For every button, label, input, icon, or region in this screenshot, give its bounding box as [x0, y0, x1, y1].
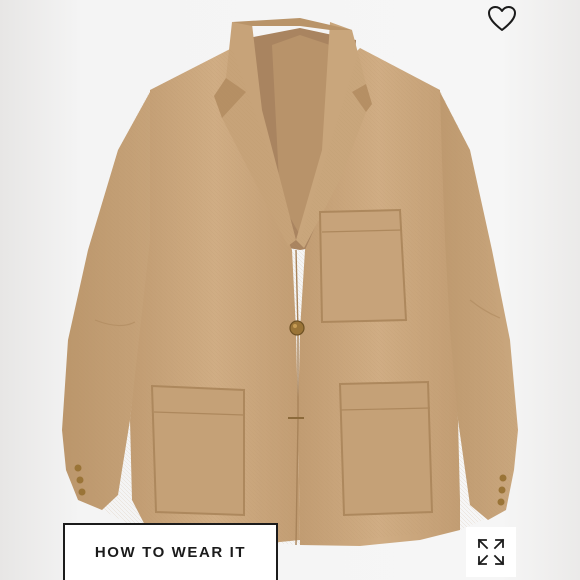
heart-icon: [488, 5, 516, 31]
expand-image-button[interactable]: [466, 527, 516, 577]
jacket-photo: [62, 18, 518, 546]
product-image-viewer: HOW TO WEAR IT: [0, 0, 580, 580]
favorite-button[interactable]: [484, 2, 520, 34]
how-to-wear-button[interactable]: HOW TO WEAR IT: [63, 523, 278, 580]
expand-icon: [477, 538, 505, 566]
how-to-wear-label: HOW TO WEAR IT: [94, 544, 247, 561]
